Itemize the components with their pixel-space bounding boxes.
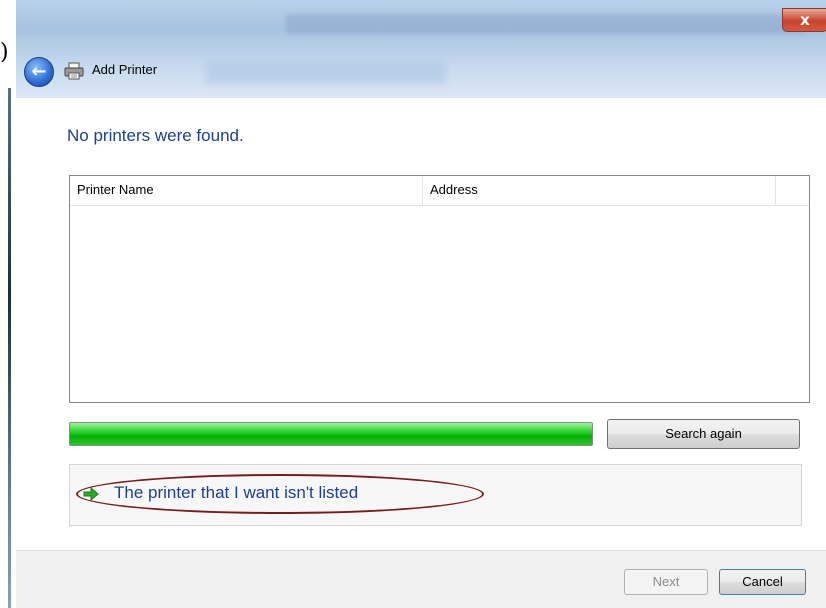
progress-fill	[70, 423, 592, 445]
column-header-printer-name[interactable]: Printer Name	[70, 176, 423, 205]
annotation-ellipse	[76, 474, 484, 514]
margin-mark: )	[0, 40, 9, 65]
printer-list[interactable]: Printer Name Address	[69, 175, 810, 403]
cancel-button[interactable]: Cancel	[719, 569, 806, 595]
background-desktop-strip: )	[0, 0, 16, 608]
window-edge	[8, 88, 11, 608]
blurred-command-bar	[206, 62, 446, 84]
back-arrow-icon: ←	[31, 61, 47, 82]
link-panel: The printer that I want isn't listed	[69, 464, 802, 526]
column-header-address[interactable]: Address	[423, 176, 776, 205]
close-button[interactable]: x	[782, 8, 826, 32]
search-progress-bar	[69, 422, 593, 446]
page-heading: No printers were found.	[67, 126, 244, 145]
close-icon: x	[800, 11, 810, 29]
column-header-empty[interactable]	[776, 176, 809, 205]
printer-icon	[64, 62, 84, 80]
blurred-address-bar	[286, 14, 806, 34]
window-title: Add Printer	[92, 62, 158, 77]
wizard-footer: Next Cancel	[16, 550, 826, 608]
wizard-content: No printers were found. Printer Name Add…	[16, 98, 826, 550]
back-button[interactable]: ←	[24, 57, 54, 87]
search-again-button[interactable]: Search again	[607, 419, 800, 449]
title-bar: x	[16, 0, 826, 98]
next-button[interactable]: Next	[624, 569, 708, 595]
list-header: Printer Name Address	[70, 176, 809, 206]
